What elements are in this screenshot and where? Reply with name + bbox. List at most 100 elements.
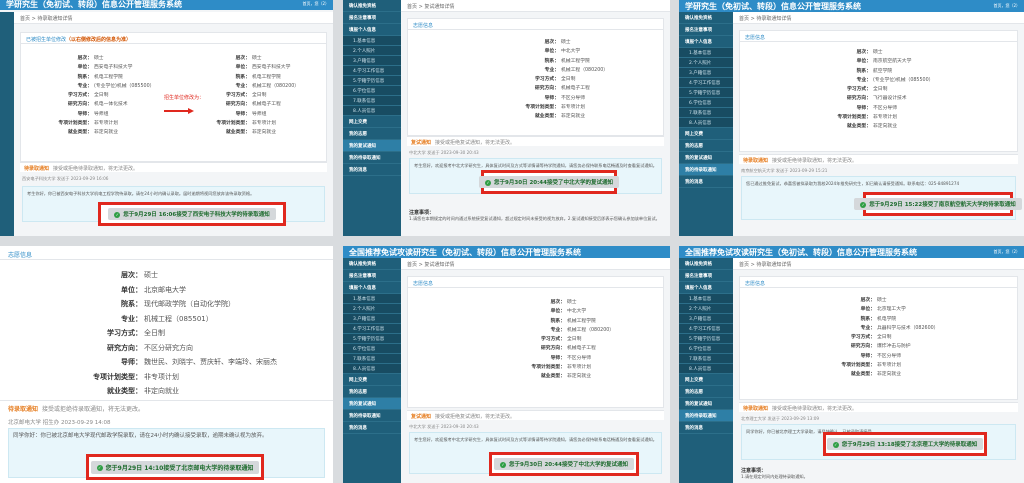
sidebar-item-degree[interactable]: 6.学位信息 (343, 86, 401, 96)
sidebar-item-admission[interactable]: 我的待录取通知 (343, 152, 401, 164)
sidebar-item-household[interactable]: 3.户籍信息 (679, 68, 733, 78)
sidebar-item-contact[interactable]: 7.联系信息 (679, 354, 733, 364)
sidebar-item-basic[interactable]: 1.基本信息 (343, 294, 401, 304)
user-bar[interactable]: 首页，您（2） (302, 1, 329, 7)
accepted-status-highlight: ✓ 您于9月29日 13:18接受了北京理工大学的待录取通知 (823, 432, 987, 456)
notice-meta: 西安电子科技大学 发送于 2023-09-29 16:06 (22, 176, 109, 181)
breadcrumb[interactable]: 首页 > 待录取通知详情 (14, 12, 333, 24)
accepted-status: 您于9月29日 14:10接受了北京邮电大学的待录取通知 (105, 464, 254, 472)
sidebar-item-retest[interactable]: 我的复试通知 (679, 152, 733, 164)
breadcrumb[interactable]: 首页 > 复试通知详情 (401, 258, 670, 270)
accepted-status: 您于9月30日 20:44接受了中北大学的复试通知 (494, 180, 613, 186)
user-bar[interactable]: 首页，您（2） (993, 3, 1020, 9)
notice-meta: 北京邮电大学 招生办 2023-09-29 14:08 (8, 420, 111, 426)
sidebar-item-photo[interactable]: 2.个人照片 (679, 304, 733, 314)
card-title: 志愿信息 (0, 246, 333, 260)
sidebar-item-status[interactable]: 5.学籍学历信息 (343, 76, 401, 86)
sidebar-item-retest[interactable]: 我的复试通知 (679, 398, 733, 410)
breadcrumb[interactable]: 首页 > 复试通知详情 (401, 0, 670, 12)
accepted-status: 您于9月29日 16:06接受了西安电子科技大学的待录取通知 (123, 212, 270, 218)
sidebar-item-photo[interactable]: 2.个人照片 (343, 304, 401, 314)
panel-gap (0, 236, 1024, 246)
sidebar-item-payment[interactable]: 网上交费 (679, 374, 733, 386)
system-header: 全国推荐免试攻读研究生（免初试、转段）信息公开管理服务系统 (343, 246, 670, 258)
sidebar-item-household[interactable]: 3.户籍信息 (679, 314, 733, 324)
accepted-status-highlight: ✓ 您于9月29日 16:06接受了西安电子科技大学的待录取通知 (98, 202, 286, 226)
sidebar-item-contact[interactable]: 7.联系信息 (343, 354, 401, 364)
sidebar-item-study[interactable]: 4.学习工作信息 (679, 324, 733, 334)
accepted-status-highlight: ✓ 您于9月30日 20:44接受了中北大学的复试通知 (489, 452, 639, 476)
sidebar-item-personal[interactable]: 填报个人信息 (679, 36, 733, 48)
accepted-status: 您于9月29日 13:18接受了北京理工大学的待录取通知 (841, 442, 978, 448)
sidebar-item-people[interactable]: 8.人员信息 (343, 364, 401, 374)
sidebar-item-personal[interactable]: 填报个人信息 (343, 282, 401, 294)
sidebar: 确认推免资格 报名注意事项 填报个人信息 1.基本信息 2.个人照片 3.户籍信… (343, 258, 401, 483)
sidebar-item-messages[interactable]: 我的消息 (343, 164, 401, 176)
sidebar-item-photo[interactable]: 2.个人照片 (343, 46, 401, 56)
screenshot-panel-bupt: 志愿信息 层次： 硕士 单位： 北京邮电大学 院系： 现代邮政学院（自动化学院） 专业… (0, 246, 333, 483)
sidebar-item-payment[interactable]: 网上交费 (343, 116, 401, 128)
sidebar-item-confirm[interactable]: 确认推免资格 (343, 258, 401, 270)
system-title: 学研究生（免初试、转段）信息公开管理服务系统 (685, 2, 861, 11)
sidebar-item-admission[interactable]: 我的待录取通知 (679, 410, 733, 422)
sidebar-item-degree[interactable]: 6.学位信息 (679, 98, 733, 108)
sidebar-item-photo[interactable]: 2.个人照片 (679, 58, 733, 68)
sidebar-item-payment[interactable]: 网上交费 (679, 128, 733, 140)
user-bar[interactable]: 首页，您（2） (993, 249, 1020, 255)
sidebar: 确认推免资格 报名注意事项 填报个人信息 1.基本信息 2.个人照片 3.户籍信… (679, 12, 733, 236)
sidebar-item-notes[interactable]: 报名注意事项 (679, 270, 733, 282)
sidebar-item-status[interactable]: 5.学籍学历信息 (679, 88, 733, 98)
sidebar-item-messages[interactable]: 我的消息 (679, 176, 733, 188)
breadcrumb[interactable]: 首页 > 待录取通知详情 (733, 258, 1024, 270)
sidebar-item-people[interactable]: 8.人员信息 (679, 364, 733, 374)
sidebar-item-retest[interactable]: 我的复试通知 (343, 398, 401, 410)
sidebar-item-confirm[interactable]: 确认推免资格 (679, 258, 733, 270)
sidebar-item-choices[interactable]: 我的志愿 (343, 386, 401, 398)
system-title: 全国推荐免试攻读研究生（免初试、转段）信息公开管理服务系统 (349, 248, 581, 257)
sidebar-item-household[interactable]: 3.户籍信息 (343, 56, 401, 66)
sidebar-item-choices[interactable]: 我的志愿 (679, 386, 733, 398)
sidebar-item-admission[interactable]: 我的待录取通知 (679, 164, 733, 176)
sidebar-item-study[interactable]: 4.学习工作信息 (679, 78, 733, 88)
sidebar-item-degree[interactable]: 6.学位信息 (343, 344, 401, 354)
sidebar-item-notes[interactable]: 报名注意事项 (343, 12, 401, 24)
sidebar-item-household[interactable]: 3.户籍信息 (343, 314, 401, 324)
screenshot-panel-xidian: 学研究生（免初试、转段）信息公开管理服务系统 首页，您（2） 首页 > 待录取通… (0, 0, 333, 236)
sidebar-item-personal[interactable]: 填报个人信息 (679, 282, 733, 294)
sidebar-item-messages[interactable]: 我的消息 (343, 422, 401, 434)
sidebar: 确认推免资格 报名注意事项 填报个人信息 1.基本信息 2.个人照片 3.户籍信… (679, 258, 733, 483)
sidebar-item-people[interactable]: 8.人员信息 (679, 118, 733, 128)
application-info: 层次： 硕士 单位： 中北大学 院系： 机械工程学院 专业： 机械工程（080200） … (531, 300, 615, 380)
sidebar-item-people[interactable]: 8.人员信息 (343, 106, 401, 116)
sidebar-item-contact[interactable]: 7.联系信息 (343, 96, 401, 106)
sidebar-item-personal[interactable]: 填报个人信息 (343, 24, 401, 36)
sidebar-item-study[interactable]: 4.学习工作信息 (343, 324, 401, 334)
sidebar-item-study[interactable]: 4.学习工作信息 (343, 66, 401, 76)
admission-header: 待录取通知 接受或拒绝待录取通知，将无法更改。 (20, 162, 327, 172)
sidebar-item-notes[interactable]: 报名注意事项 (679, 24, 733, 36)
sidebar-item-choices[interactable]: 我的志愿 (343, 128, 401, 140)
sidebar-item-confirm[interactable]: 确认推免资格 (343, 0, 401, 12)
breadcrumb[interactable]: 首页 > 待录取通知详情 (733, 12, 1024, 24)
sidebar-item-degree[interactable]: 6.学位信息 (679, 344, 733, 354)
sidebar-item-retest[interactable]: 我的复试通知 (343, 140, 401, 152)
sidebar-item-basic[interactable]: 1.基本信息 (679, 294, 733, 304)
sidebar-item-status[interactable]: 5.学籍学历信息 (679, 334, 733, 344)
sidebar-item-admission[interactable]: 我的待录取通知 (343, 410, 401, 422)
sidebar-item-basic[interactable]: 1.基本信息 (343, 36, 401, 46)
sidebar-item-basic[interactable]: 1.基本信息 (679, 48, 733, 58)
sidebar-item-notes[interactable]: 报名注意事项 (343, 270, 401, 282)
sidebar-item-messages[interactable]: 我的消息 (679, 422, 733, 434)
card-title: 志愿信息 (408, 277, 663, 288)
system-header: 学研究生（免初试、转段）信息公开管理服务系统 首页，您（2） (679, 0, 1024, 12)
sidebar-item-contact[interactable]: 7.联系信息 (679, 108, 733, 118)
sidebar (0, 12, 14, 236)
sidebar-item-status[interactable]: 5.学籍学历信息 (343, 334, 401, 344)
sidebar-item-confirm[interactable]: 确认推免资格 (679, 12, 733, 24)
application-info: 层次： 硕士 单位： 中北大学 院系： 机械工程学院 专业： 机械工程（080200） … (525, 40, 609, 120)
sidebar-item-payment[interactable]: 网上交费 (343, 374, 401, 386)
accepted-status: 您于9月30日 20:44接受了中北大学的复试通知 (509, 462, 628, 468)
card-title: 志愿信息 (408, 19, 663, 30)
system-header: 全国推荐免试攻读研究生（免初试、转段）信息公开管理服务系统 首页，您（2） (679, 246, 1024, 258)
sidebar-item-choices[interactable]: 我的志愿 (679, 140, 733, 152)
